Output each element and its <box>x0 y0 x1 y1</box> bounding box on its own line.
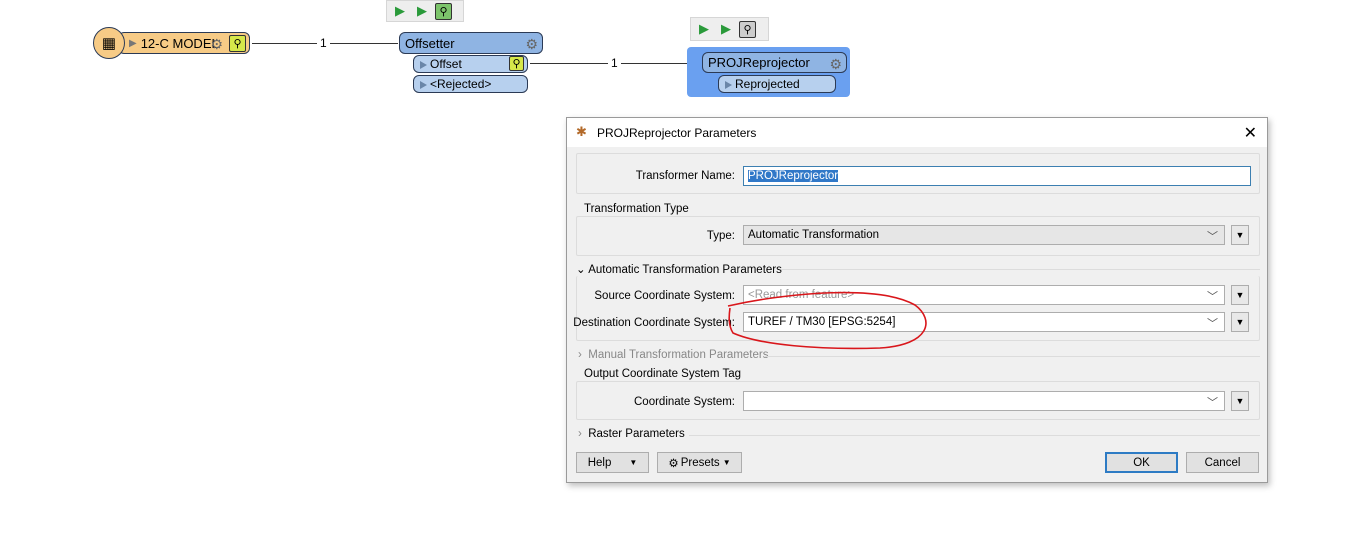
red-annotation <box>727 291 927 350</box>
